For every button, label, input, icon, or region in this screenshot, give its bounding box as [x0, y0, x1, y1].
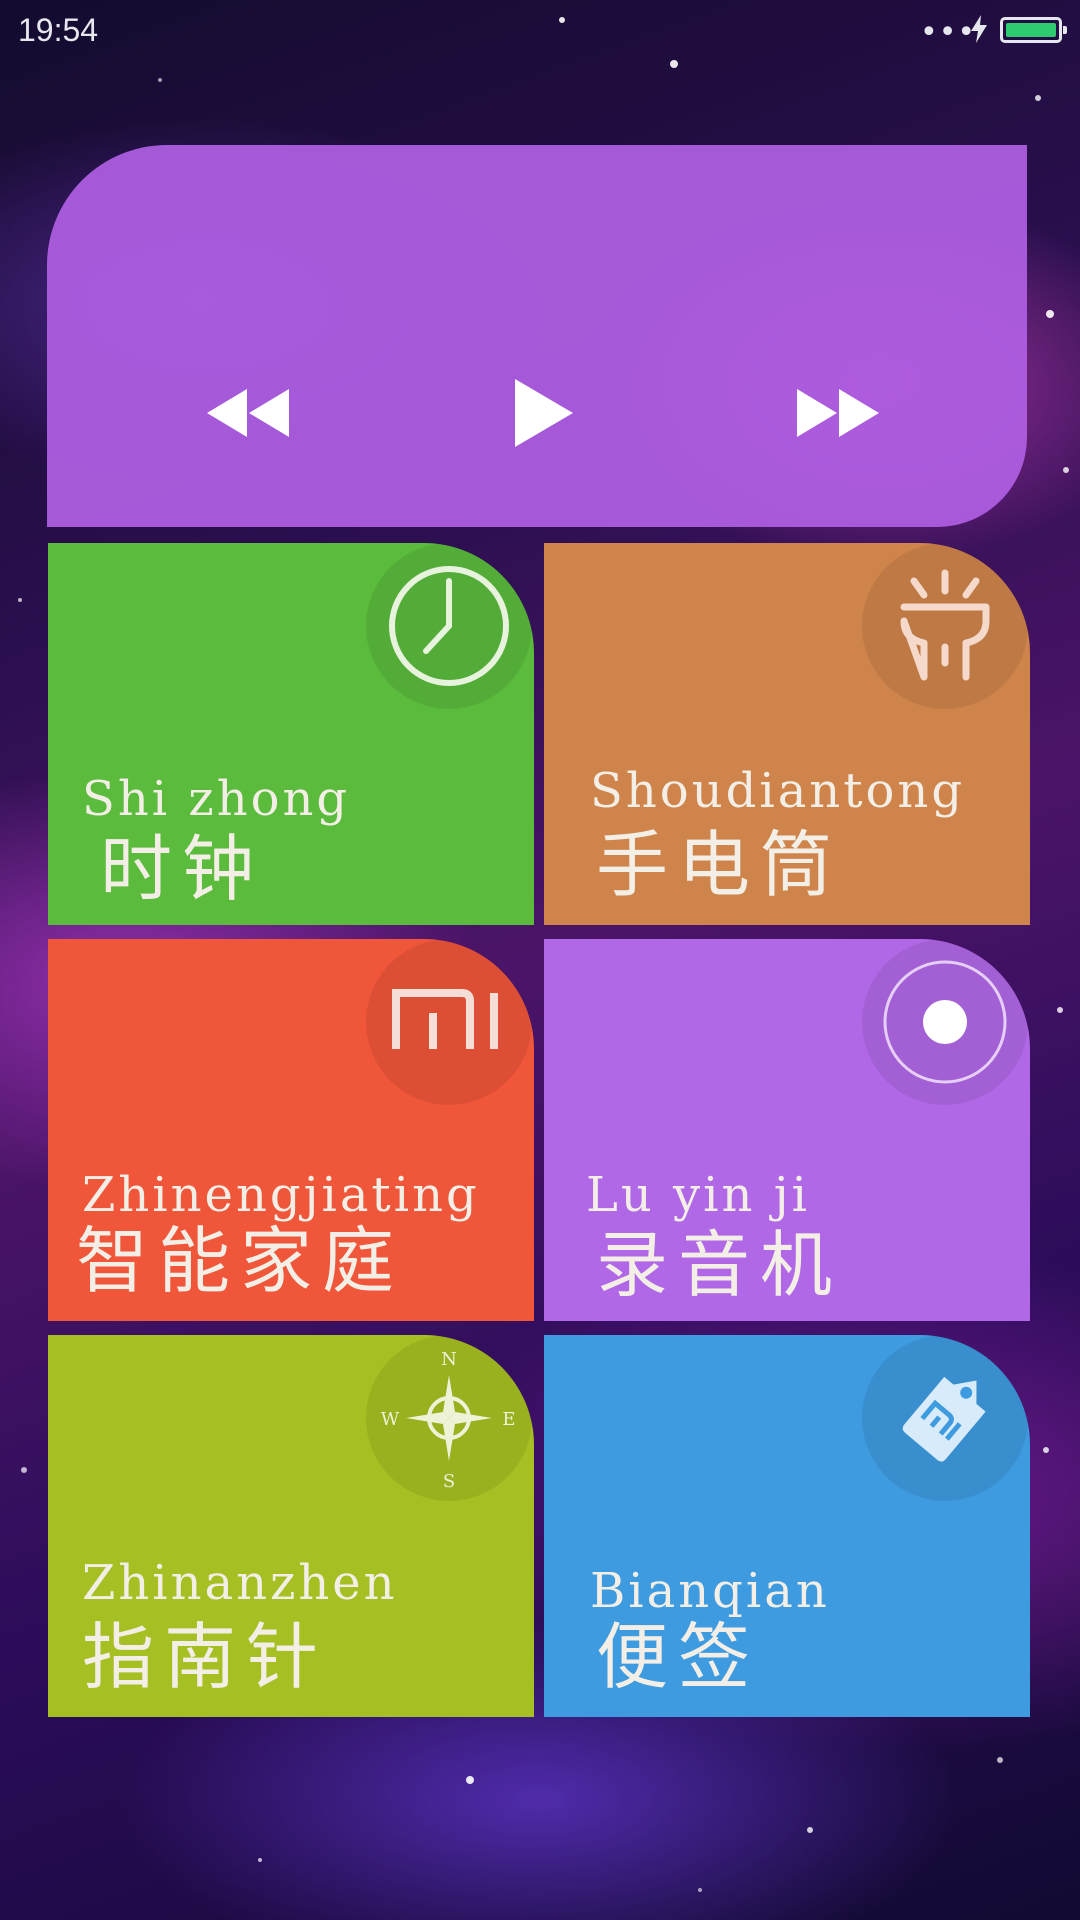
- play-button[interactable]: [489, 377, 585, 449]
- tile-notes-pinyin: Bianqian: [590, 1563, 830, 1619]
- status-time: 19:54: [18, 12, 99, 48]
- tile-flashlight-pinyin: Shoudiantong: [590, 763, 966, 819]
- tile-clock[interactable]: Shi zhong 时钟: [48, 543, 534, 925]
- status-bar: 19:54 •••: [0, 0, 1080, 62]
- tile-flashlight-name: 手电筒: [596, 823, 843, 907]
- battery-nub: [1063, 26, 1067, 34]
- tile-smart-home-name: 智能家庭: [76, 1219, 405, 1303]
- compass-north: N: [441, 1349, 457, 1370]
- tile-recorder[interactable]: Lu yin ji 录音机: [544, 939, 1030, 1321]
- tile-smart-home[interactable]: Zhinengjiating 智能家庭: [48, 939, 534, 1321]
- tile-smart-home-pinyin: Zhinengjiating: [82, 1167, 480, 1223]
- tile-recorder-pinyin: Lu yin ji: [586, 1167, 810, 1223]
- play-icon: [515, 379, 573, 447]
- battery-icon: [1000, 17, 1067, 43]
- rewind-button[interactable]: [203, 377, 299, 449]
- music-player-card: [47, 145, 1027, 527]
- tile-compass-name: 指南针: [82, 1615, 329, 1699]
- tag-icon: [862, 1335, 1028, 1501]
- tile-recorder-name: 录音机: [596, 1223, 843, 1307]
- fast-forward-button[interactable]: [787, 377, 883, 449]
- charging-icon: [971, 15, 987, 43]
- rewind-icon: [207, 389, 289, 437]
- compass-south: S: [443, 1471, 455, 1492]
- compass-icon: N S W E: [366, 1335, 532, 1501]
- tile-notes-name: 便签: [596, 1615, 761, 1699]
- tile-notes[interactable]: Bianqian 便签: [544, 1335, 1030, 1717]
- tile-clock-pinyin: Shi zhong: [82, 771, 351, 827]
- battery-level: [1006, 23, 1056, 37]
- flashlight-icon: [862, 543, 1028, 709]
- tile-clock-name: 时钟: [100, 827, 265, 911]
- compass-west: W: [381, 1409, 400, 1430]
- record-icon: [862, 939, 1028, 1105]
- tile-flashlight[interactable]: Shoudiantong 手电筒: [544, 543, 1030, 925]
- tile-compass[interactable]: N S W E Zhinanzhen 指南针: [48, 1335, 534, 1717]
- clock-icon: [366, 543, 532, 709]
- mi-logo-icon: [366, 939, 532, 1105]
- tile-compass-pinyin: Zhinanzhen: [82, 1555, 398, 1611]
- compass-east: E: [502, 1409, 515, 1430]
- fast-forward-icon: [797, 389, 879, 437]
